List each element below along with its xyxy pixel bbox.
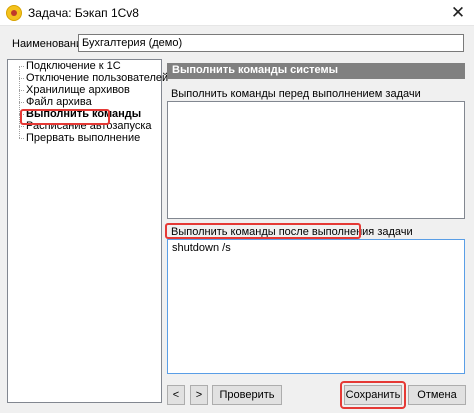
window-title: Задача: Бэкап 1Cv8	[28, 6, 139, 20]
tree-connector-branch	[19, 66, 24, 67]
before-commands-label: Выполнить команды перед выполнением зада…	[171, 88, 421, 100]
save-button[interactable]: Сохранить	[344, 385, 402, 405]
tree-item-abort[interactable]: Прервать выполнение	[25, 132, 141, 145]
next-button[interactable]: >	[190, 385, 208, 405]
highlight-frame	[20, 109, 110, 125]
tree-connector-branch	[19, 90, 24, 91]
title-bar: Задача: Бэкап 1Cv8 ✕	[0, 0, 474, 26]
cancel-button[interactable]: Отмена	[408, 385, 466, 405]
tree-connector-branch	[19, 78, 24, 79]
before-commands-textarea[interactable]	[167, 101, 465, 219]
tree-connector-branch	[19, 126, 24, 127]
tree-connector-branch	[19, 138, 24, 139]
app-logo-icon	[6, 5, 22, 21]
previous-button[interactable]: <	[167, 385, 185, 405]
section-header: Выполнить команды системы	[167, 63, 465, 79]
check-button[interactable]: Проверить	[212, 385, 282, 405]
name-input[interactable]	[78, 34, 464, 52]
highlight-frame	[165, 223, 361, 239]
tree-connector-branch	[19, 102, 24, 103]
close-icon[interactable]: ✕	[448, 3, 468, 23]
after-commands-textarea[interactable]: shutdown /s	[167, 239, 465, 374]
